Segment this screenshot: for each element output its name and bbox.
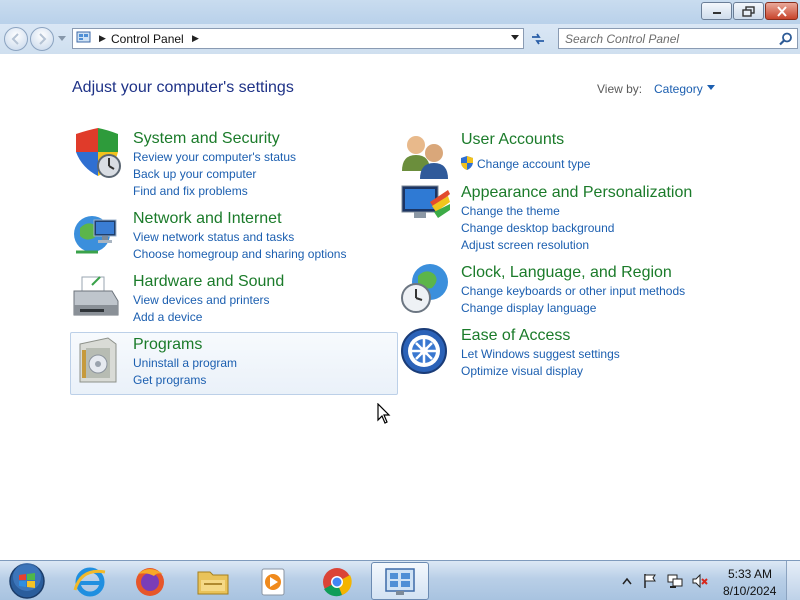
globe-clock-icon xyxy=(401,264,448,313)
category-title[interactable]: Appearance and Personalization xyxy=(461,184,692,202)
globe-network-icon xyxy=(74,216,117,254)
ease-of-access-icon xyxy=(401,328,447,374)
category-title[interactable]: Programs xyxy=(133,336,202,354)
link-get-programs[interactable]: Get programs xyxy=(133,373,206,387)
start-button[interactable] xyxy=(3,561,47,600)
uac-shield-icon xyxy=(461,156,473,170)
link-add-device[interactable]: Add a device xyxy=(133,310,202,324)
link-change-desktop-background[interactable]: Change desktop background xyxy=(461,221,614,235)
view-by-chevron-down-icon[interactable] xyxy=(707,85,715,91)
clock-date[interactable]: 8/10/2024 xyxy=(723,584,776,598)
window-title-bar[interactable] xyxy=(0,0,800,24)
back-arrow-icon xyxy=(11,33,19,45)
firefox-icon xyxy=(136,568,164,596)
link-change-account-type[interactable]: Change account type xyxy=(477,157,590,171)
link-back-up-computer[interactable]: Back up your computer xyxy=(133,167,256,181)
address-history-dropdown-icon[interactable] xyxy=(511,35,519,41)
link-optimize-visual-display[interactable]: Optimize visual display xyxy=(461,364,583,378)
refresh-icon xyxy=(532,33,544,45)
restore-button[interactable] xyxy=(733,2,764,20)
minimize-button[interactable] xyxy=(701,2,732,20)
monitor-paint-icon xyxy=(401,185,450,218)
breadcrumb-control-panel[interactable]: Control Panel xyxy=(111,32,184,46)
link-uninstall-program[interactable]: Uninstall a program xyxy=(133,356,237,370)
show-desktop-button[interactable] xyxy=(786,561,800,600)
restore-icon xyxy=(741,6,755,17)
taskbar-media-player[interactable] xyxy=(244,562,302,600)
navigation-bar: ▶ Control Panel ▶ xyxy=(0,24,800,54)
address-bar[interactable]: ▶ Control Panel ▶ xyxy=(72,28,524,49)
category-title[interactable]: Hardware and Sound xyxy=(133,273,284,291)
page-title: Adjust your computer's settings xyxy=(72,79,294,96)
taskbar: 5:33 AM 8/10/2024 xyxy=(0,560,800,600)
control-panel-content: Adjust your computer's settings View by:… xyxy=(0,54,800,560)
chrome-icon xyxy=(323,568,352,597)
action-center-flag-icon[interactable] xyxy=(642,573,658,589)
back-button[interactable] xyxy=(4,27,28,51)
internet-explorer-icon xyxy=(73,567,106,597)
category-title[interactable]: Network and Internet xyxy=(133,210,282,228)
forward-arrow-icon xyxy=(39,33,47,45)
clock-time[interactable]: 5:33 AM xyxy=(728,567,772,581)
link-change-display-language[interactable]: Change display language xyxy=(461,301,596,315)
control-panel-small-icon xyxy=(76,31,91,43)
breadcrumb-chevron-icon[interactable]: ▶ xyxy=(192,33,199,44)
link-change-theme[interactable]: Change the theme xyxy=(461,204,560,218)
category-title[interactable]: Ease of Access xyxy=(461,327,570,345)
taskbar-firefox[interactable] xyxy=(121,562,179,600)
link-find-fix-problems[interactable]: Find and fix problems xyxy=(133,184,248,198)
taskbar-control-panel[interactable] xyxy=(371,562,429,600)
link-homegroup-sharing[interactable]: Choose homegroup and sharing options xyxy=(133,247,346,261)
link-change-keyboards[interactable]: Change keyboards or other input methods xyxy=(461,284,685,298)
breadcrumb-separator-icon[interactable]: ▶ xyxy=(99,33,106,44)
refresh-button[interactable] xyxy=(527,29,549,49)
search-icon[interactable] xyxy=(779,32,793,46)
link-view-network-status[interactable]: View network status and tasks xyxy=(133,230,294,244)
mouse-cursor-icon xyxy=(377,403,391,424)
users-icon xyxy=(402,136,448,179)
link-let-windows-suggest[interactable]: Let Windows suggest settings xyxy=(461,347,620,361)
close-button[interactable] xyxy=(765,2,798,20)
category-title[interactable]: Clock, Language, and Region xyxy=(461,264,672,282)
link-adjust-screen-resolution[interactable]: Adjust screen resolution xyxy=(461,238,589,252)
recent-pages-dropdown-icon[interactable] xyxy=(58,36,66,42)
close-icon xyxy=(776,6,787,17)
taskbar-chrome[interactable] xyxy=(308,562,366,600)
category-title[interactable]: System and Security xyxy=(133,130,280,148)
category-title[interactable]: User Accounts xyxy=(461,131,564,149)
minimize-icon xyxy=(712,12,721,14)
view-by-dropdown[interactable]: Category xyxy=(654,82,703,96)
volume-muted-icon[interactable] xyxy=(692,573,708,589)
file-explorer-icon xyxy=(197,571,229,595)
search-box[interactable] xyxy=(558,28,798,49)
network-icon[interactable] xyxy=(667,573,683,589)
view-by-label: View by: xyxy=(597,82,643,96)
printer-icon xyxy=(73,276,119,316)
taskbar-file-explorer[interactable] xyxy=(184,562,242,600)
media-player-icon xyxy=(261,568,285,596)
link-view-devices-printers[interactable]: View devices and printers xyxy=(133,293,270,307)
programs-box-icon xyxy=(79,337,117,383)
shield-icon xyxy=(76,128,121,178)
search-input[interactable] xyxy=(565,31,775,47)
show-hidden-icons-chevron-up-icon[interactable] xyxy=(622,577,632,585)
forward-button[interactable] xyxy=(30,27,54,51)
taskbar-internet-explorer[interactable] xyxy=(61,562,119,600)
control-panel-icon xyxy=(385,568,415,595)
windows-start-orb-icon xyxy=(9,563,45,599)
link-review-computer-status[interactable]: Review your computer's status xyxy=(133,150,296,164)
